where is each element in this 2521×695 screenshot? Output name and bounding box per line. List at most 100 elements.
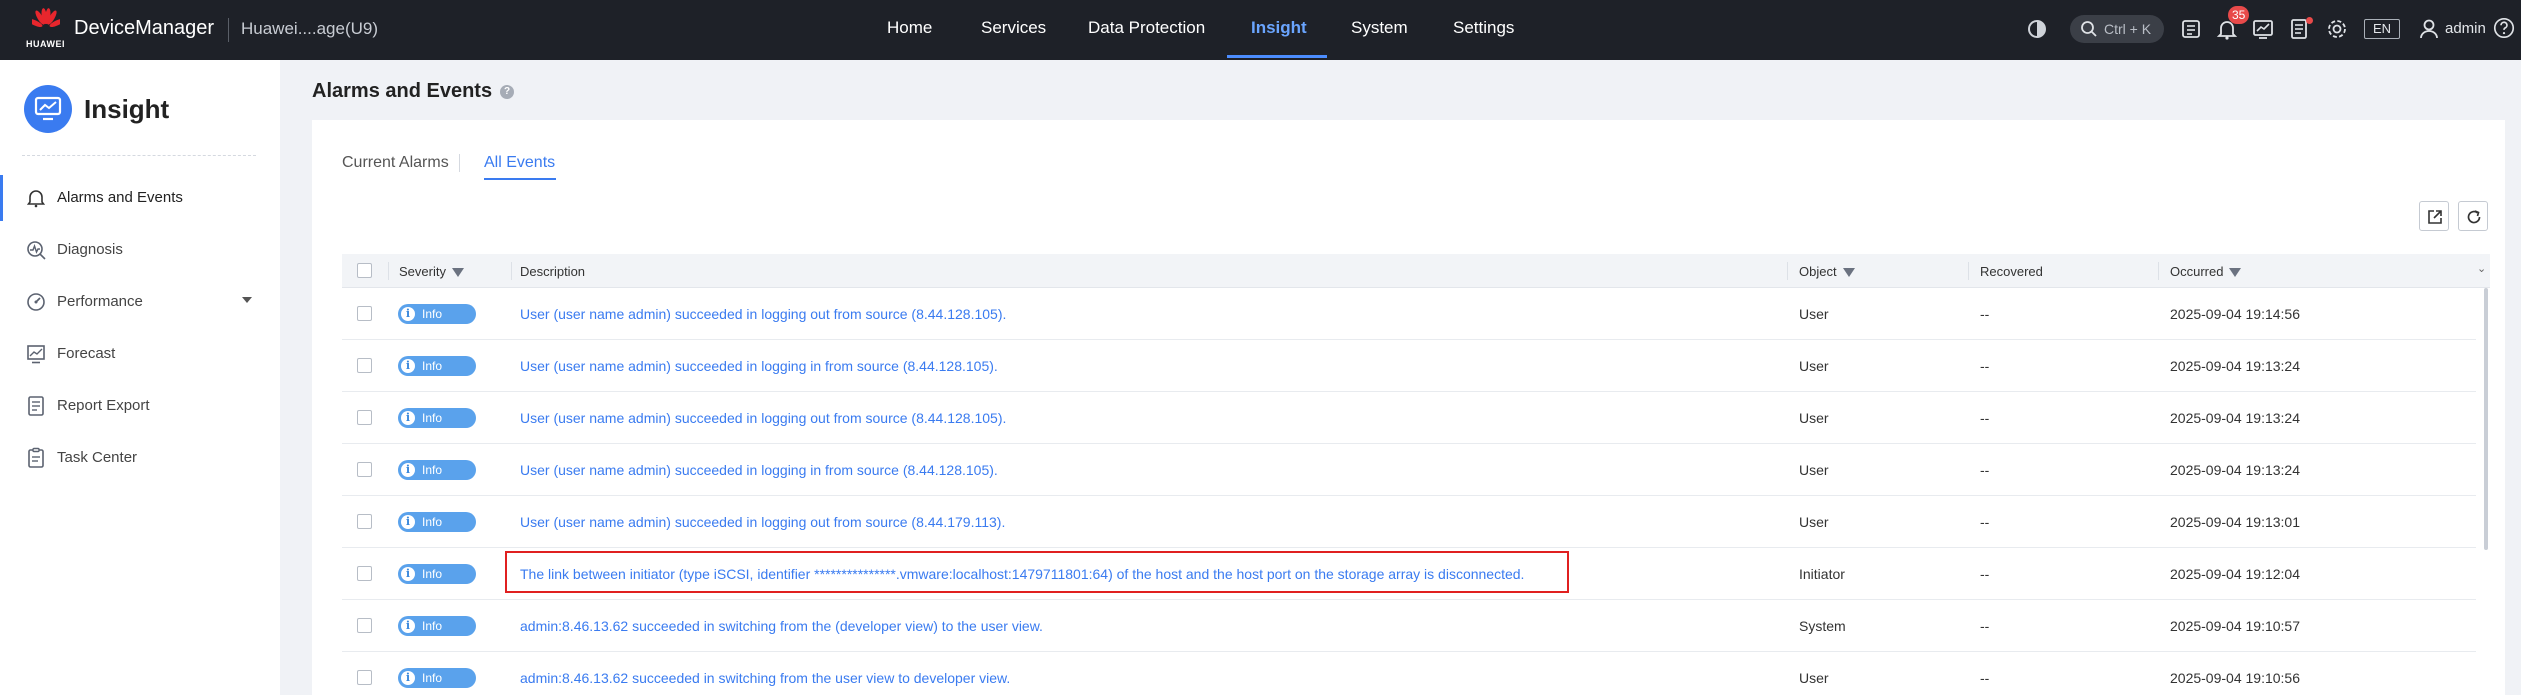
event-description[interactable]: User (user name admin) succeeded in logg… [520,410,1006,426]
report-icon [25,395,47,417]
export-button[interactable] [2419,201,2449,231]
brand-text: HUAWEI [26,39,65,49]
event-description[interactable]: User (user name admin) succeeded in logg… [520,462,998,478]
event-object: User [1799,410,1829,426]
event-occurred: 2025-09-04 19:12:04 [2170,566,2300,582]
table-scrollbar[interactable] [2484,288,2488,550]
severity-badge: i Info [398,616,476,636]
info-icon: i [401,411,415,425]
theme-icon[interactable] [2024,16,2050,42]
page-title: Alarms and Events [312,80,493,102]
page-help-icon[interactable]: ? [500,85,514,99]
row-checkbox[interactable] [357,358,372,373]
nav-system[interactable]: System [1351,0,1408,60]
column-header-description[interactable]: Description [520,264,585,279]
column-header-object[interactable]: Object [1799,264,1855,279]
nav-insight[interactable]: Insight [1251,0,1307,60]
event-recovered: -- [1980,670,1990,686]
table-row[interactable]: i Info admin:8.46.13.62 succeeded in swit… [342,600,2476,652]
task-icon[interactable] [2178,16,2204,42]
highlighted-event-box [505,551,1569,593]
row-checkbox[interactable] [357,566,372,581]
info-icon: i [401,463,415,477]
filter-icon[interactable] [1842,268,1855,277]
severity-badge: i Info [398,512,476,532]
filter-icon[interactable] [2229,268,2242,277]
refresh-button[interactable] [2458,201,2488,231]
table-row[interactable]: i Info User (user name admin) succeeded i… [342,288,2476,340]
event-description[interactable]: User (user name admin) succeeded in logg… [520,358,998,374]
column-header-severity[interactable]: Severity [399,264,464,279]
table-row[interactable]: i Info admin:8.46.13.62 succeeded in swit… [342,652,2476,695]
sidebar-item-report-export[interactable]: Report Export [0,383,280,429]
column-header-occurred[interactable]: Occurred [2170,264,2242,279]
sidebar-item-forecast[interactable]: Forecast [0,331,280,377]
info-icon: i [401,515,415,529]
sidebar-item-label: Forecast [57,345,116,362]
nav-settings[interactable]: Settings [1453,0,1514,60]
sidebar-title: Insight [84,94,170,124]
row-checkbox[interactable] [357,618,372,633]
row-checkbox[interactable] [357,306,372,321]
global-search-button[interactable]: Ctrl + K [2070,15,2164,43]
device-name[interactable]: Huawei....age(U9) [241,19,378,39]
table-row[interactable]: i Info User (user name admin) succeeded i… [342,444,2476,496]
event-recovered: -- [1980,306,1990,322]
user-name[interactable]: admin [2445,20,2486,37]
refresh-icon [2467,210,2481,224]
info-icon: i [401,671,415,685]
event-object: User [1799,358,1829,374]
event-object: System [1799,618,1846,634]
event-description[interactable]: User (user name admin) succeeded in logg… [520,514,1005,530]
severity-badge: i Info [398,668,476,688]
event-occurred: 2025-09-04 19:10:56 [2170,670,2300,686]
event-description[interactable]: User (user name admin) succeeded in logg… [520,306,1006,322]
nav-services[interactable]: Services [981,0,1046,60]
insight-module-icon [24,85,72,133]
sidebar-item-task-center[interactable]: Task Center [0,435,280,481]
bell-icon [25,187,47,209]
row-checkbox[interactable] [357,410,372,425]
chart-icon [25,343,47,365]
event-description[interactable]: admin:8.46.13.62 succeeded in switching … [520,670,1010,686]
sidebar-item-performance[interactable]: Performance [0,279,280,325]
event-recovered: -- [1980,410,1990,426]
select-all-checkbox[interactable] [357,263,372,278]
tab-all-events[interactable]: All Events [484,154,555,172]
row-checkbox[interactable] [357,462,372,477]
severity-badge: i Info [398,460,476,480]
filter-icon[interactable] [451,268,464,277]
export-icon [2428,210,2442,224]
sidebar-divider [22,155,256,156]
help-icon[interactable] [2492,16,2516,42]
event-object: User [1799,462,1829,478]
table-row[interactable]: i Info User (user name admin) succeeded i… [342,496,2476,548]
clipboard-icon [25,447,47,469]
tab-current-alarms[interactable]: Current Alarms [342,154,449,172]
table-row[interactable]: i Info User (user name admin) succeeded i… [342,392,2476,444]
chevron-down-icon[interactable] [242,297,252,303]
sidebar-item-alarms-and-events[interactable]: Alarms and Events [0,175,280,221]
sidebar-item-label: Task Center [57,449,138,466]
column-header-recovered[interactable]: Recovered [1980,264,2043,279]
row-checkbox[interactable] [357,670,372,685]
nav-home[interactable]: Home [887,0,932,60]
event-recovered: -- [1980,358,1990,374]
event-recovered: -- [1980,566,1990,582]
table-row[interactable]: i Info User (user name admin) succeeded i… [342,340,2476,392]
gear-icon[interactable] [2324,16,2350,42]
column-separator [1787,262,1788,280]
monitor-icon[interactable] [2250,16,2276,42]
info-icon: i [401,359,415,373]
nav-data-protection[interactable]: Data Protection [1088,0,1205,60]
huawei-logo[interactable]: HUAWEI [26,8,66,52]
column-separator [1968,262,1969,280]
sidebar-item-diagnosis[interactable]: Diagnosis [0,227,280,273]
language-switch[interactable]: EN [2364,19,2400,39]
top-bar: HUAWEI DeviceManager Huawei....age(U9) H… [0,0,2521,60]
event-description[interactable]: admin:8.46.13.62 succeeded in switching … [520,618,1043,634]
event-object: User [1799,670,1829,686]
column-settings-icon[interactable]: ⌄ [2477,262,2486,275]
user-icon[interactable] [2416,16,2442,42]
row-checkbox[interactable] [357,514,372,529]
